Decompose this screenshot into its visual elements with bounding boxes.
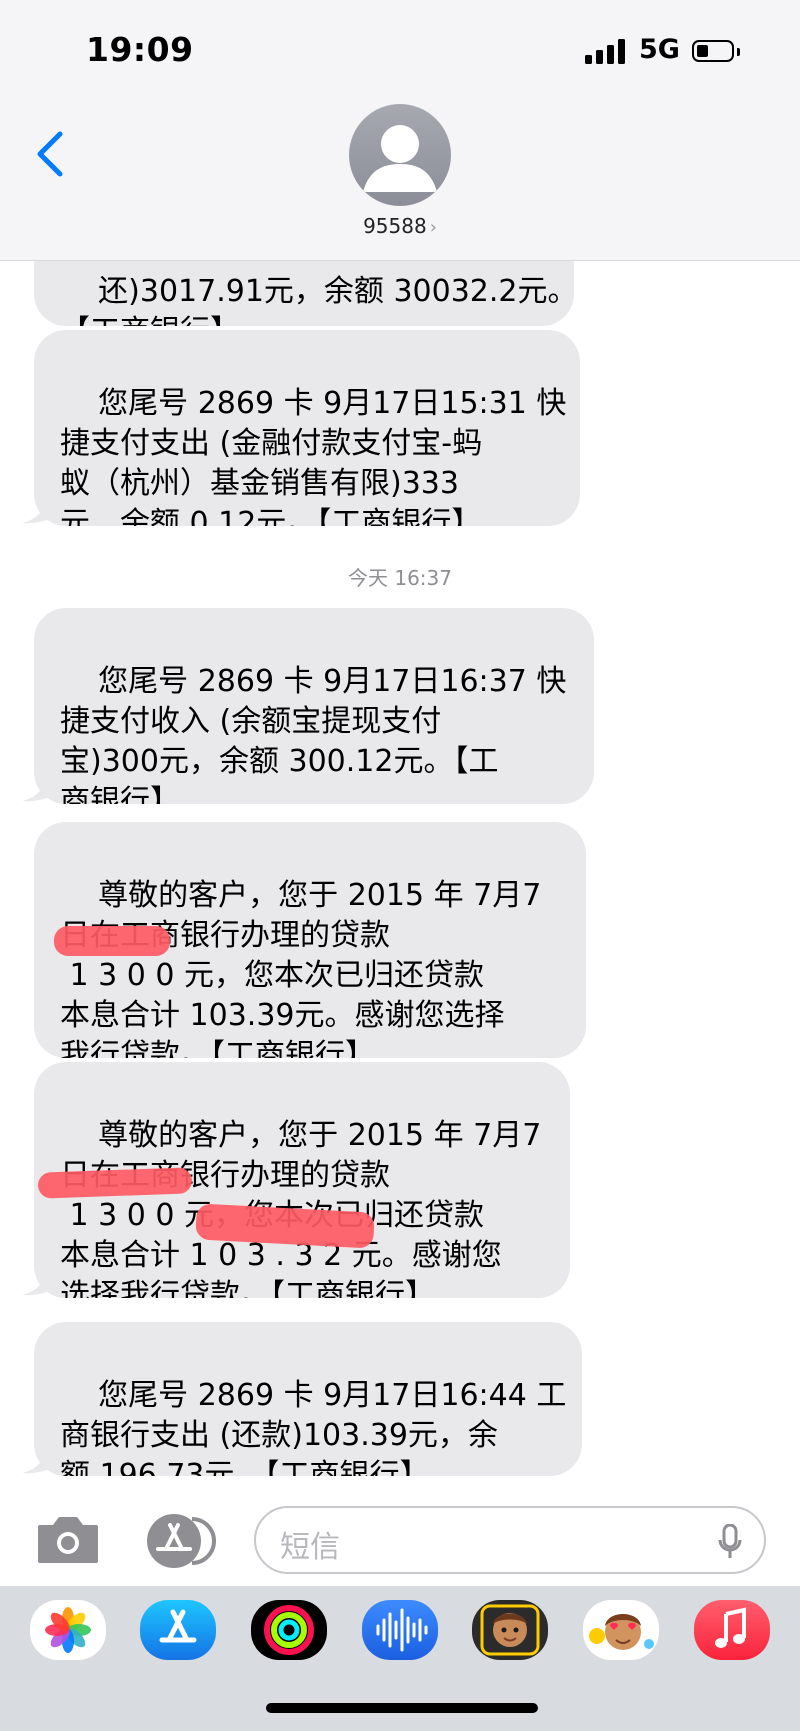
memoji-stickers-app-icon[interactable] bbox=[583, 1600, 659, 1660]
voice-memos-app-icon[interactable] bbox=[362, 1600, 438, 1660]
music-app-icon[interactable] bbox=[694, 1600, 770, 1660]
message-text: 还)3017.91元，余额 30032.2元。 【工商银行】 bbox=[60, 274, 574, 326]
bubble-tail bbox=[22, 1268, 52, 1296]
chevron-right-icon: › bbox=[429, 217, 437, 238]
contact-avatar[interactable] bbox=[349, 104, 451, 206]
message-input-placeholder: 短信 bbox=[280, 1530, 340, 1565]
network-type: 5G bbox=[639, 34, 680, 65]
message-bubble[interactable]: 您尾号 2869 卡 9月17日16:44 工 商银行支出 (还款)103.39… bbox=[34, 1322, 582, 1476]
message-text: 您尾号 2869 卡 9月17日16:44 工 商银行支出 (还款)103.39… bbox=[60, 1378, 567, 1476]
back-chevron-icon[interactable] bbox=[34, 130, 66, 178]
fitness-app-icon[interactable] bbox=[251, 1600, 327, 1660]
message-text: 您尾号 2869 卡 9月17日15:31 快 捷支付支出 (金融付款支付宝-蚂… bbox=[60, 386, 567, 526]
message-bubble[interactable]: 您尾号 2869 卡 9月17日16:37 快 捷支付收入 (余额宝提现支付 宝… bbox=[34, 608, 594, 804]
bubble-tail bbox=[22, 496, 52, 524]
battery-cap bbox=[737, 48, 740, 56]
camera-icon[interactable] bbox=[36, 1515, 100, 1565]
app-store-app-icon[interactable] bbox=[140, 1600, 216, 1660]
app-store-icon[interactable] bbox=[140, 1513, 220, 1569]
bubble-tail bbox=[22, 1446, 52, 1474]
redaction-mark bbox=[37, 1167, 193, 1199]
photos-app-icon[interactable] bbox=[30, 1600, 106, 1660]
battery-icon bbox=[692, 40, 734, 62]
conversation-header: 19:09 5G 95588 › bbox=[0, 0, 800, 261]
contact-name[interactable]: 95588 › bbox=[340, 214, 460, 238]
contact-number: 95588 bbox=[363, 214, 427, 238]
person-icon bbox=[363, 125, 437, 192]
redaction-mark bbox=[54, 926, 170, 956]
status-time: 19:09 bbox=[86, 30, 194, 69]
microphone-icon[interactable] bbox=[718, 1524, 742, 1560]
message-bubble[interactable]: 您尾号 2869 卡 9月17日15:31 快 捷支付支出 (金融付款支付宝-蚂… bbox=[34, 330, 580, 526]
message-text: 尊敬的客户，您于 2015 年 7月7 日在工商银行办理的贷款 1 3 0 0 … bbox=[60, 878, 542, 1058]
message-text: 您尾号 2869 卡 9月17日16:37 快 捷支付收入 (余额宝提现支付 宝… bbox=[60, 664, 567, 804]
signal-icon bbox=[585, 38, 625, 64]
bubble-tail bbox=[22, 774, 52, 802]
message-timestamp: 今天 16:37 bbox=[348, 566, 452, 590]
message-input[interactable]: 短信 bbox=[254, 1506, 766, 1574]
home-indicator[interactable] bbox=[266, 1703, 538, 1713]
memoji-app-icon[interactable] bbox=[472, 1600, 548, 1660]
